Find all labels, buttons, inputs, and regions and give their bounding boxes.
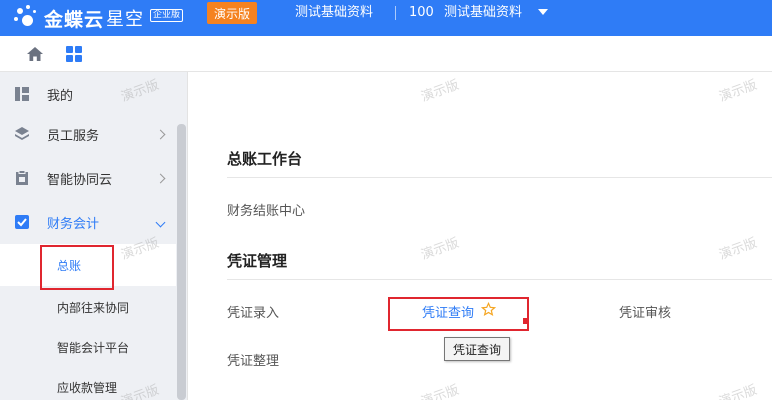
link-period-close-center[interactable]: 财务结账中心 (227, 200, 305, 219)
logo-text: 金蝶云 (44, 8, 105, 31)
clipboard-icon (16, 170, 28, 185)
top-bar: 金蝶云 星空 企业版 演示版 测试基础资料 100 测试基础资料 (0, 0, 772, 36)
sidebar-item-label: 智能协同云 (47, 172, 113, 188)
sidebar-scrollbar[interactable] (177, 124, 186, 400)
link-voucher-review[interactable]: 凭证审核 (619, 302, 671, 321)
section-title-gl-workbench: 总账工作台 (227, 150, 303, 168)
account-name: 测试基础资料 (443, 5, 522, 20)
apps-grid-icon[interactable] (66, 46, 83, 63)
main-content: 总账工作台 财务结账中心 凭证管理 凭证录入 凭证查询 凭证审核 凭证整理 凭证… (189, 72, 772, 400)
sidebar-subitem-receivables[interactable]: 应收款管理 (0, 366, 176, 400)
chevron-down-icon (155, 217, 166, 227)
sidebar-item-label: 员工服务 (47, 128, 100, 144)
sidebar-item-mine[interactable]: 我的 (0, 72, 176, 116)
sidebar-subitem-label: 内部往来协同 (57, 300, 130, 315)
account-dropdown-icon[interactable] (538, 9, 548, 15)
sidebar-subitem-internal-collab[interactable]: 内部往来协同 (0, 286, 176, 328)
account-selector[interactable]: 100 测试基础资料 (409, 4, 522, 22)
sidebar: 我的 员工服务 智能协同云 财务会计 总账 内部往来协同 智能会计平台 应收款管… (0, 72, 188, 400)
chevron-right-icon (155, 173, 166, 183)
chevron-right-icon (155, 129, 166, 139)
kingdee-logo[interactable]: 金蝶云 星空 企业版 (14, 4, 184, 32)
tab-bar (0, 36, 772, 72)
section-divider (227, 279, 772, 280)
tooltip-voucher-query: 凭证查询 (444, 337, 510, 361)
layers-icon (15, 127, 29, 140)
sidebar-subitem-label: 应收款管理 (57, 380, 118, 395)
link-voucher-organize[interactable]: 凭证整理 (227, 350, 279, 369)
highlight-box-general-ledger (40, 245, 114, 290)
section-title-voucher-management: 凭证管理 (227, 252, 288, 270)
organization-selector[interactable]: 测试基础资料 (295, 4, 373, 22)
section-divider (227, 177, 772, 178)
account-number: 100 (409, 5, 434, 20)
edition-label: 企业版 (150, 8, 184, 22)
highlight-box-voucher-query (388, 297, 529, 331)
sidebar-subitem-label: 智能会计平台 (57, 340, 130, 355)
link-voucher-entry[interactable]: 凭证录入 (227, 302, 279, 321)
sidebar-item-collaboration-cloud[interactable]: 智能协同云 (0, 156, 176, 200)
sidebar-item-label: 我的 (47, 88, 74, 104)
sidebar-item-label: 财务会计 (47, 216, 100, 232)
logo-sub-text: 星空 (106, 9, 145, 30)
home-icon[interactable] (26, 46, 44, 62)
sidebar-item-finance[interactable]: 财务会计 (0, 200, 176, 244)
checkbox-icon (15, 215, 29, 229)
bookmark-icon (15, 87, 29, 101)
sidebar-item-employee-services[interactable]: 员工服务 (0, 112, 176, 156)
sidebar-subitem-accounting-platform[interactable]: 智能会计平台 (0, 326, 176, 368)
highlight-handle (523, 318, 529, 324)
header-divider (395, 6, 396, 20)
demo-badge: 演示版 (207, 2, 257, 24)
logo-mark-icon (14, 5, 40, 31)
